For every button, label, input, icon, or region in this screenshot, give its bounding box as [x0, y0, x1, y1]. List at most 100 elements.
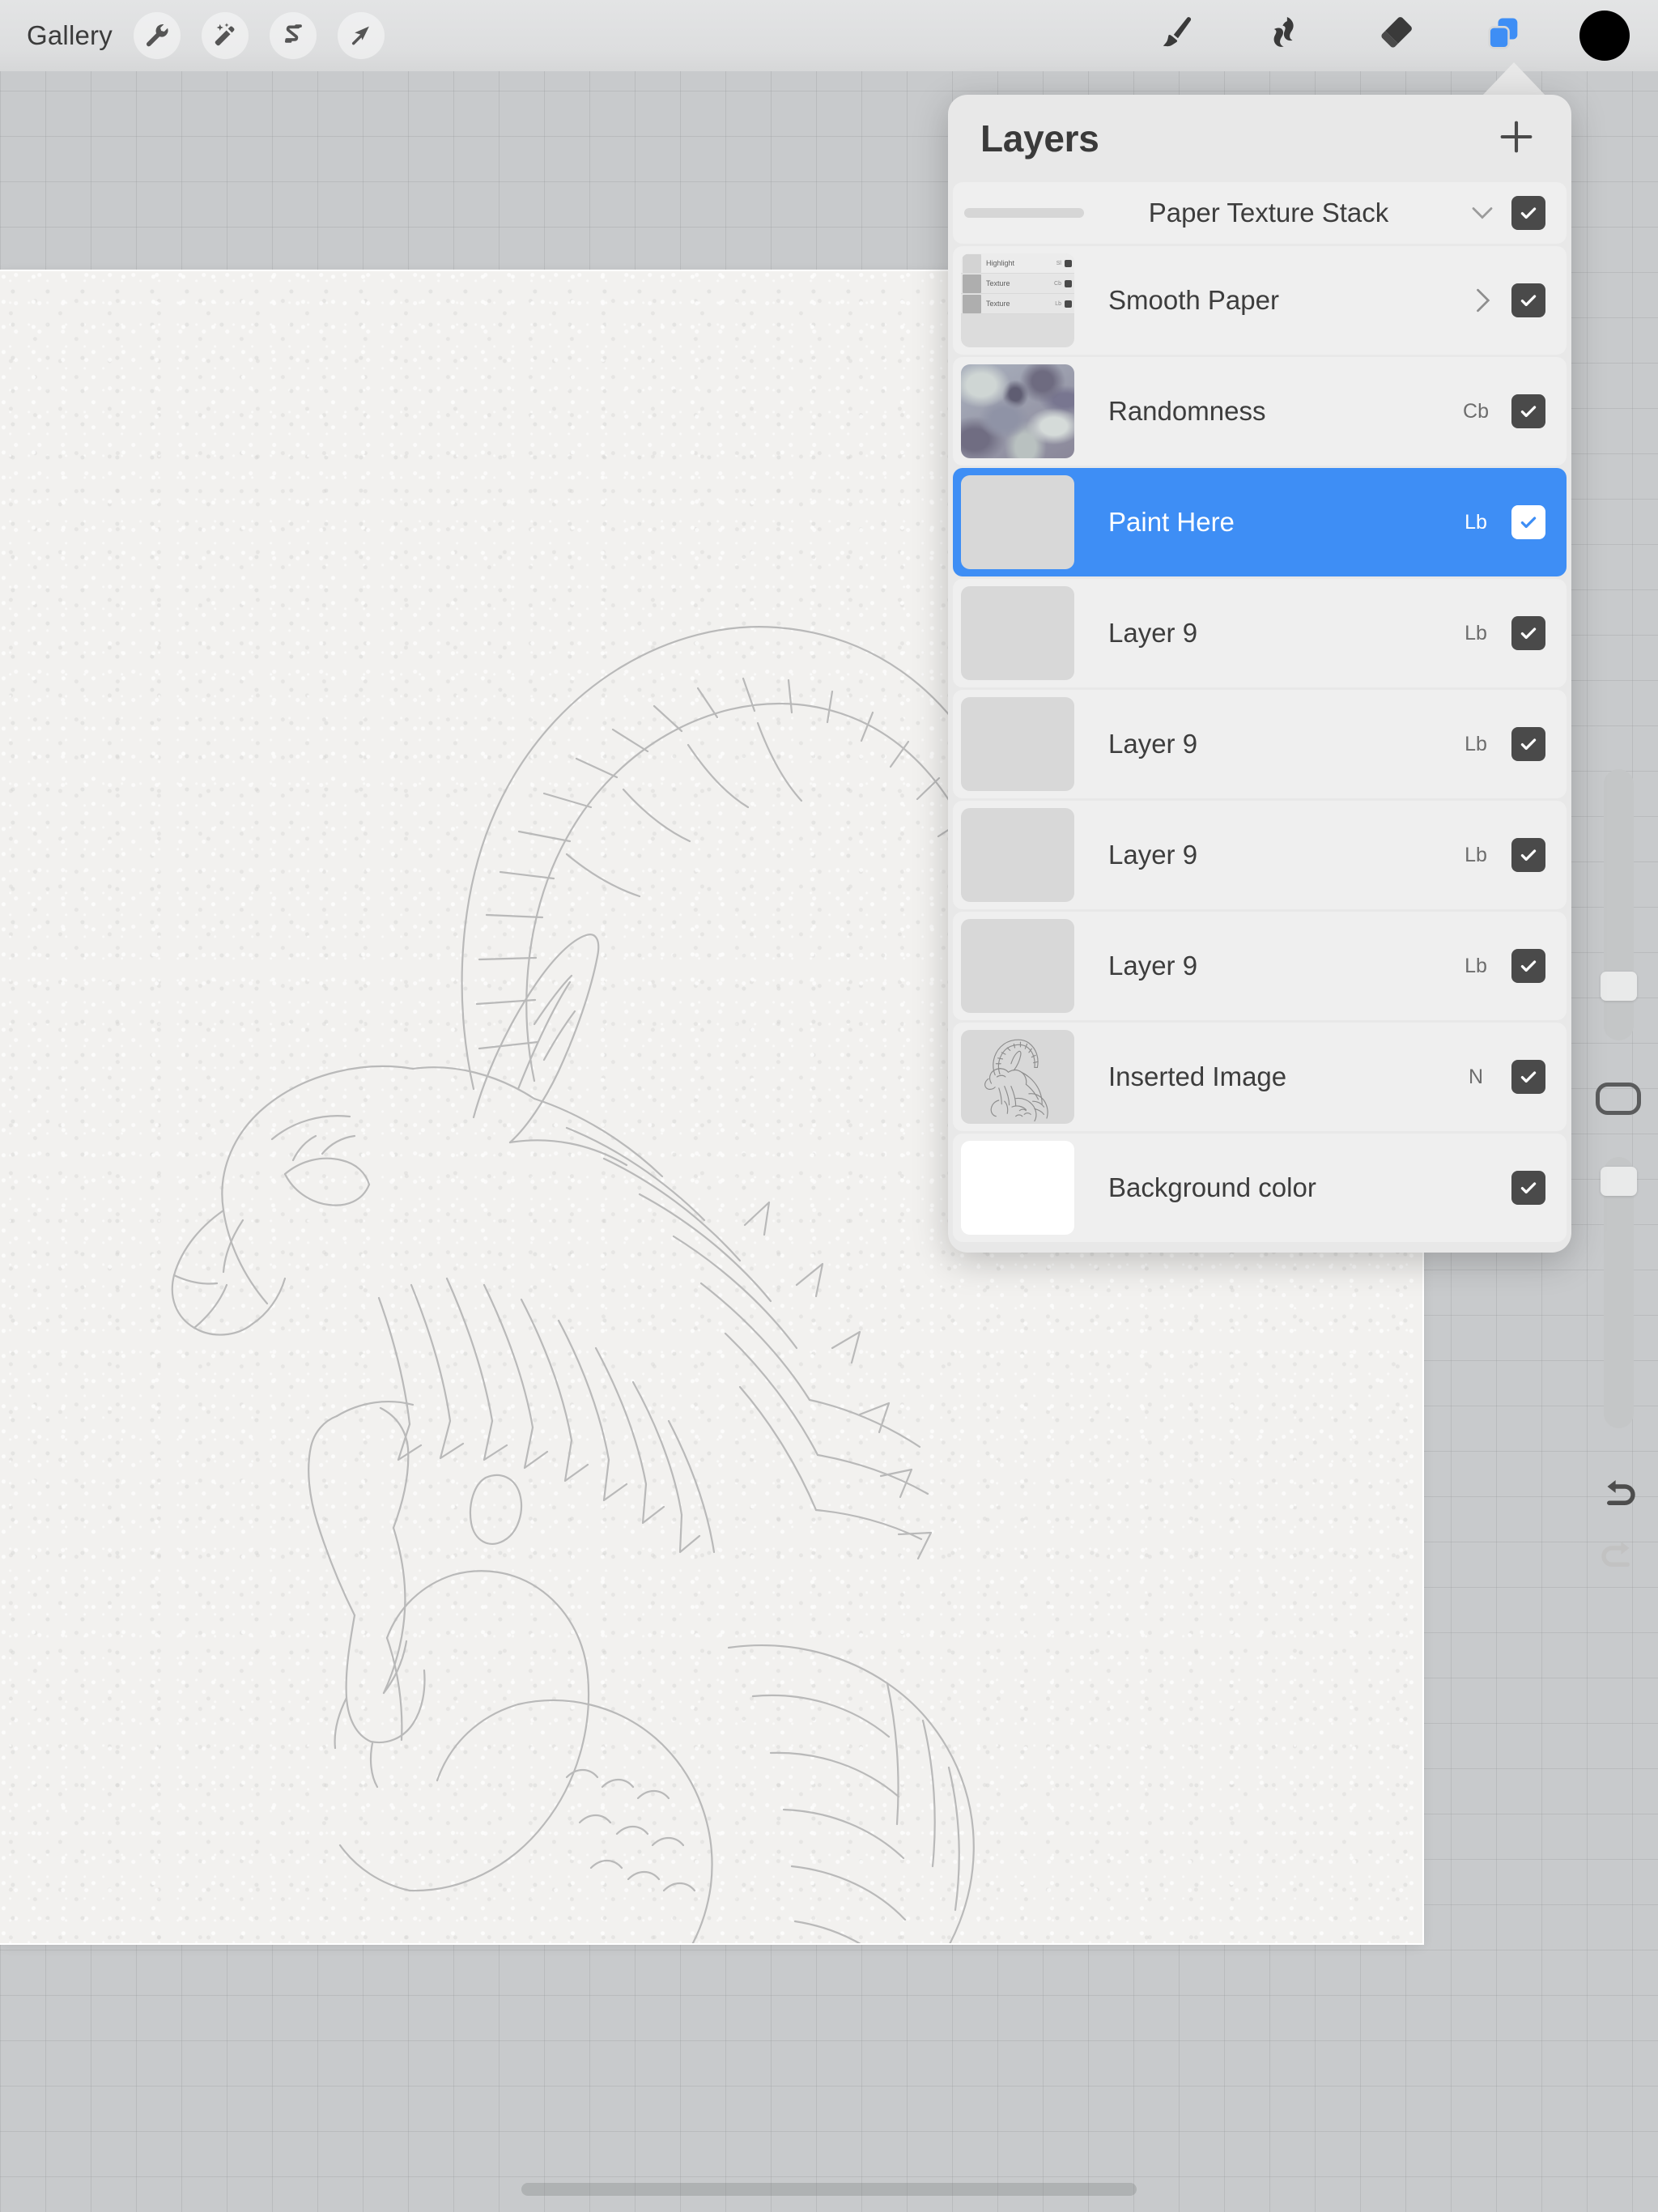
layer-name: Layer 9: [1108, 618, 1198, 648]
layer-visibility-checkbox[interactable]: [1511, 1060, 1545, 1094]
layer-thumbnail-empty[interactable]: [961, 919, 1074, 1013]
blend-mode-label[interactable]: Cb: [1445, 400, 1507, 423]
layer-row-layer-9[interactable]: Layer 9 Lb: [953, 801, 1567, 909]
layer-row-group-paper-texture-stack[interactable]: Paper Texture Stack: [953, 182, 1567, 244]
selection-s-icon: [279, 22, 307, 49]
nested-layer-row: Highlight Sl: [961, 253, 1074, 274]
plus-icon: [1495, 121, 1537, 161]
color-swatch-button[interactable]: [1579, 11, 1630, 61]
nested-layer-name: Texture: [986, 300, 1010, 308]
group-indicator-bar: [964, 208, 1084, 218]
right-tool-group: [1105, 7, 1658, 64]
nested-layer-row: Texture Cb: [961, 274, 1074, 294]
layer-name: Smooth Paper: [1108, 285, 1279, 315]
smudge-icon: [1265, 13, 1307, 59]
blend-mode-label[interactable]: Lb: [1445, 844, 1507, 867]
undo-button[interactable]: [1590, 1467, 1647, 1524]
layer-thumbnail-artwork[interactable]: [961, 1030, 1074, 1124]
transform-button[interactable]: [337, 12, 385, 59]
nested-thumbnail: [963, 253, 981, 273]
layer-row-inserted-image[interactable]: Inserted Image N: [953, 1023, 1567, 1131]
blend-mode-label[interactable]: Lb: [1445, 733, 1507, 756]
modify-button[interactable]: [1596, 1083, 1641, 1115]
layer-row-smooth-paper[interactable]: Highlight Sl Texture Cb Texture Lb Smoot…: [953, 246, 1567, 355]
layer-name: Layer 9: [1108, 729, 1198, 759]
paint-tool-button[interactable]: [1142, 7, 1214, 64]
layers-panel: Layers Paper Texture Stack Highlight Sl …: [948, 95, 1571, 1253]
layer-visibility-checkbox[interactable]: [1511, 283, 1545, 317]
layer-visibility-checkbox[interactable]: [1511, 727, 1545, 761]
nested-blend-mode: Lb: [1055, 300, 1061, 307]
erase-tool-button[interactable]: [1359, 7, 1431, 64]
blend-mode-label[interactable]: Lb: [1445, 511, 1507, 534]
gallery-button[interactable]: Gallery: [27, 20, 113, 51]
chevron-down-icon[interactable]: [1458, 195, 1507, 231]
nested-thumbnail: [963, 294, 981, 313]
right-sidebar: [1579, 769, 1658, 1636]
redo-arrow-icon: [1596, 1534, 1640, 1581]
add-layer-button[interactable]: [1490, 111, 1542, 167]
layer-visibility-checkbox[interactable]: [1511, 505, 1545, 539]
layer-visibility-checkbox[interactable]: [1511, 616, 1545, 650]
chevron-right-icon[interactable]: [1458, 283, 1507, 318]
nested-thumbnail: [963, 274, 981, 293]
top-toolbar: Gallery: [0, 0, 1658, 71]
nested-visibility-checkbox: [1065, 259, 1072, 267]
nested-blend-mode: Sl: [1056, 260, 1061, 266]
layer-thumbnail-noise[interactable]: [961, 364, 1074, 458]
adjustments-button[interactable]: [201, 12, 249, 59]
transform-arrow-icon: [347, 22, 375, 49]
layer-row-paint-here[interactable]: Paint Here Lb: [953, 468, 1567, 576]
opacity-slider-handle[interactable]: [1600, 1167, 1637, 1196]
layer-row-layer-9[interactable]: Layer 9 Lb: [953, 579, 1567, 687]
blend-mode-label[interactable]: Lb: [1445, 622, 1507, 645]
layer-name: Paint Here: [1108, 507, 1235, 537]
layer-name: Background color: [1108, 1172, 1316, 1202]
layer-thumbnail-empty[interactable]: [961, 475, 1074, 569]
selection-button[interactable]: [269, 12, 317, 59]
nested-layer-row: Texture Lb: [961, 294, 1074, 314]
opacity-slider[interactable]: [1600, 1157, 1637, 1428]
layer-name: Randomness: [1108, 396, 1266, 426]
layer-thumbnail-stack[interactable]: Highlight Sl Texture Cb Texture Lb: [961, 253, 1074, 347]
smudge-tool-button[interactable]: [1251, 7, 1322, 64]
eraser-icon: [1374, 13, 1416, 59]
layer-name: Paper Texture Stack: [1148, 198, 1389, 228]
layer-row-randomness[interactable]: Randomness Cb: [953, 357, 1567, 466]
layer-thumbnail-empty[interactable]: [961, 586, 1074, 680]
layer-name: Layer 9: [1108, 840, 1198, 870]
layer-row-background-color[interactable]: Background color: [953, 1134, 1567, 1242]
home-indicator: [521, 2183, 1137, 2196]
panel-title: Layers: [980, 117, 1099, 160]
layer-thumbnail-empty[interactable]: [961, 697, 1074, 791]
layer-visibility-checkbox[interactable]: [1511, 196, 1545, 230]
adjustments-wrench-icon: [143, 22, 171, 49]
brush-size-slider[interactable]: [1600, 769, 1637, 1040]
layer-visibility-checkbox[interactable]: [1511, 838, 1545, 872]
layer-name: Layer 9: [1108, 951, 1198, 981]
layer-visibility-checkbox[interactable]: [1511, 1171, 1545, 1205]
layer-visibility-checkbox[interactable]: [1511, 394, 1545, 428]
actions-wrench-button[interactable]: [133, 12, 181, 59]
layer-row-layer-9[interactable]: Layer 9 Lb: [953, 912, 1567, 1020]
layer-list: Paper Texture Stack Highlight Sl Texture…: [948, 182, 1571, 1253]
layer-row-layer-9[interactable]: Layer 9 Lb: [953, 690, 1567, 798]
layer-name: Inserted Image: [1108, 1061, 1287, 1091]
layer-visibility-checkbox[interactable]: [1511, 949, 1545, 983]
layers-icon: [1482, 13, 1524, 59]
layers-panel-header: Layers: [948, 95, 1571, 182]
layer-thumbnail-background[interactable]: [961, 1141, 1074, 1235]
nested-layer-name: Texture: [986, 279, 1010, 287]
nested-visibility-checkbox: [1065, 279, 1072, 287]
undo-arrow-icon: [1596, 1472, 1640, 1520]
layer-thumbnail-empty[interactable]: [961, 808, 1074, 902]
magic-wand-icon: [211, 22, 239, 49]
layers-tool-button[interactable]: [1468, 7, 1539, 64]
redo-button[interactable]: [1590, 1529, 1647, 1585]
blend-mode-label[interactable]: Lb: [1445, 955, 1507, 978]
paintbrush-icon: [1157, 13, 1199, 59]
brush-size-slider-handle[interactable]: [1600, 972, 1637, 1001]
blend-mode-label[interactable]: N: [1445, 1066, 1507, 1089]
nested-layer-name: Highlight: [986, 259, 1015, 267]
layers-panel-pointer: [1482, 62, 1546, 96]
